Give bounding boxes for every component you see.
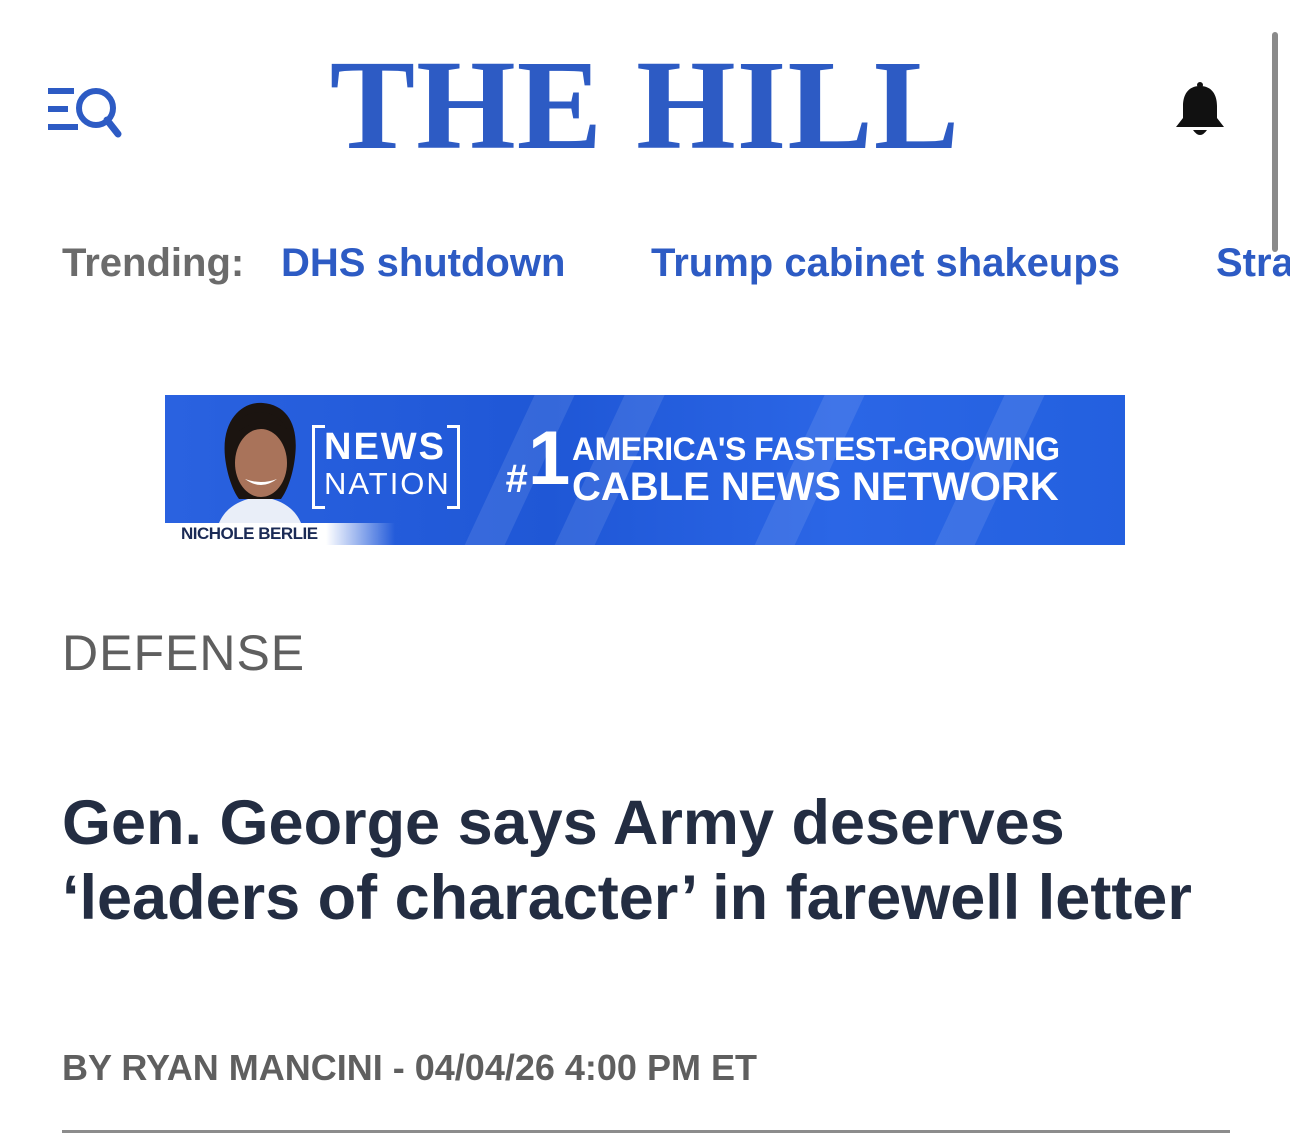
ad-rank-hash: #	[505, 457, 528, 501]
trending-link-trump-cabinet[interactable]: Trump cabinet shakeups	[651, 238, 1120, 288]
publish-datetime: 04/04/26 4:00 PM ET	[414, 1047, 757, 1088]
article-headline: Gen. George says Army deserves ‘leaders …	[62, 788, 1192, 933]
ad-tagline-line2: CABLE NEWS NETWORK	[572, 465, 1059, 509]
section-label[interactable]: DEFENSE	[62, 624, 305, 682]
byline-prefix: BY	[62, 1047, 112, 1088]
byline-separator: -	[392, 1047, 405, 1088]
logo-word-news: NEWS	[324, 426, 446, 468]
trending-link-partial[interactable]: Stra	[1216, 238, 1290, 288]
logo-word-nation: NATION	[324, 466, 451, 501]
newsnation-logo: NEWS NATION	[312, 425, 460, 509]
trending-bar: Trending: DHS shutdown Trump cabinet sha…	[0, 236, 1290, 292]
notifications-button[interactable]	[1170, 80, 1230, 140]
scrollbar[interactable]	[1272, 32, 1278, 252]
trending-label: Trending:	[62, 241, 245, 285]
site-header: THE HILL	[0, 0, 1290, 252]
trending-link-dhs-shutdown[interactable]: DHS shutdown	[281, 238, 565, 288]
divider	[62, 1130, 1230, 1133]
bell-icon	[1176, 82, 1224, 135]
advertisement-banner[interactable]: NICHOLE BERLIE NEWS NATION # 1 AMERICA'S…	[165, 395, 1125, 545]
ad-tagline-line1: AMERICA'S FASTEST-GROWING	[572, 431, 1060, 467]
menu-search-icon	[48, 88, 122, 138]
author-link[interactable]: RYAN MANCINI	[121, 1047, 382, 1088]
article-byline: BY RYAN MANCINI - 04/04/26 4:00 PM ET	[62, 1046, 757, 1090]
menu-search-button[interactable]	[46, 84, 122, 140]
ad-rank-number: 1	[528, 416, 571, 501]
ad-anchor-name: NICHOLE BERLIE	[181, 524, 318, 543]
site-logo[interactable]: THE HILL	[300, 40, 990, 170]
